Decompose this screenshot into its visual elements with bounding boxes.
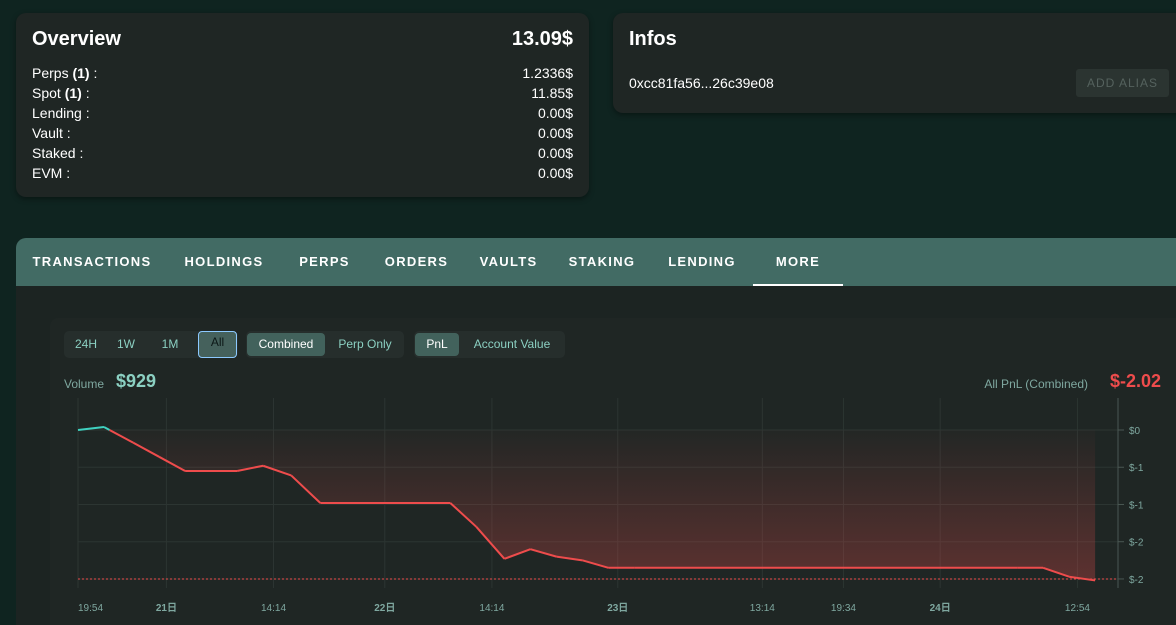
infos-title: Infos [629, 28, 677, 50]
x-tick-label: 22日 [374, 602, 395, 614]
overview-row-label: Vault : [32, 125, 71, 141]
x-tick-label: 24日 [930, 602, 951, 614]
overview-total: 13.09$ [511, 28, 573, 50]
overview-row-value: 1.2336$ [522, 65, 573, 81]
y-tick-label: $0 [1129, 426, 1141, 437]
overview-row-lending: Lending : 0.00$ [32, 103, 573, 123]
tab-holdings[interactable]: HOLDINGS [168, 238, 280, 286]
tab-more[interactable]: MORE [753, 238, 843, 286]
overview-row-label: Lending : [32, 105, 90, 121]
tab-perps[interactable]: PERPS [280, 238, 369, 286]
chart-panel: 24H 1W 1M All Combined Perp Only PnL Acc… [50, 318, 1176, 625]
overview-row-value: 0.00$ [537, 145, 573, 161]
x-tick-label: 21日 [156, 602, 177, 614]
overview-row-value: 0.00$ [537, 125, 573, 141]
overview-row-staked: Staked : 0.00$ [32, 143, 573, 163]
infos-card: Infos 0xcc81fa56...26c39e08 ADD ALIAS [613, 13, 1176, 113]
y-tick-label: $-2 [1129, 538, 1144, 549]
overview-row-label: Perps (1) : [32, 65, 98, 81]
chart-area [78, 430, 1096, 581]
wallet-address[interactable]: 0xcc81fa56...26c39e08 [629, 75, 774, 91]
overview-row-value: 11.85$ [531, 85, 573, 101]
overview-row-vault: Vault : 0.00$ [32, 123, 573, 143]
overview-row-label: EVM : [32, 165, 71, 181]
add-alias-button[interactable]: ADD ALIAS [1076, 69, 1169, 97]
overview-row-value: 0.00$ [537, 165, 573, 181]
x-tick-label: 13:14 [750, 603, 775, 614]
x-tick-label: 23日 [607, 602, 628, 614]
overview-rows: Perps (1) : 1.2336$ Spot (1) : 11.85$ Le… [32, 63, 573, 183]
x-tick-label: 19:54 [78, 603, 103, 614]
tab-transactions[interactable]: TRANSACTIONS [16, 238, 168, 286]
main-section: TRANSACTIONS HOLDINGS PERPS ORDERS VAULT… [16, 238, 1176, 625]
overview-title: Overview [32, 28, 121, 50]
y-tick-label: $-1 [1129, 463, 1144, 474]
tab-vaults[interactable]: VAULTS [464, 238, 553, 286]
chart-y-axis: $0 $-1 $-1 $-2 $-2 [1117, 398, 1144, 588]
x-tick-label: 12:54 [1065, 603, 1090, 614]
x-tick-label: 19:34 [831, 603, 856, 614]
y-tick-label: $-2 [1129, 575, 1144, 586]
tab-bar: TRANSACTIONS HOLDINGS PERPS ORDERS VAULT… [16, 238, 1176, 286]
tab-lending[interactable]: LENDING [651, 238, 753, 286]
x-tick-label: 14:14 [479, 603, 504, 614]
overview-row-value: 0.00$ [537, 105, 573, 121]
pnl-chart[interactable]: $0$-1$-1$-2$-2 19:54 21日 14:14 22日 14:14 23日 1… [50, 318, 1176, 625]
chart-x-axis: 19:54 21日 14:14 22日 14:14 23日 13:14 19:34 24日 12:… [78, 602, 1090, 614]
overview-row-label: Spot (1) : [32, 85, 90, 101]
overview-row-perps: Perps (1) : 1.2336$ [32, 63, 573, 83]
overview-row-label: Staked : [32, 145, 84, 161]
overview-row-evm: EVM : 0.00$ [32, 163, 573, 183]
negative-area [78, 430, 1096, 581]
x-tick-label: 14:14 [261, 603, 286, 614]
overview-row-spot: Spot (1) : 11.85$ [32, 83, 573, 103]
y-tick-label: $-1 [1129, 500, 1144, 511]
tab-staking[interactable]: STAKING [553, 238, 651, 286]
tab-orders[interactable]: ORDERS [369, 238, 464, 286]
overview-card: Overview 13.09$ Perps (1) : 1.2336$ Spot… [16, 13, 589, 197]
